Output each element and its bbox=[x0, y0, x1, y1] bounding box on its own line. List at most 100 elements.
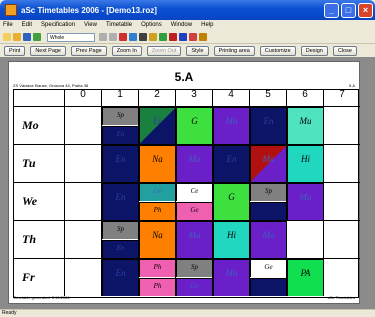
menu-specification[interactable]: Specification bbox=[41, 22, 75, 28]
lesson-card[interactable] bbox=[250, 278, 286, 296]
lesson-card[interactable]: Ma bbox=[176, 145, 212, 182]
close-button[interactable]: Close bbox=[332, 46, 357, 56]
zoom-in-button[interactable]: Zoom In bbox=[111, 46, 142, 56]
arrow-left-icon[interactable] bbox=[99, 33, 107, 41]
lesson-card[interactable]: Ph bbox=[139, 278, 175, 296]
lesson-card[interactable]: Er bbox=[139, 107, 175, 144]
lesson-card[interactable]: Ce bbox=[176, 183, 212, 201]
lesson-card[interactable]: G bbox=[213, 183, 249, 220]
lesson-subject: Ma bbox=[262, 230, 275, 240]
printing-area-button[interactable]: Printing area bbox=[213, 46, 255, 56]
menu-file[interactable]: File bbox=[3, 22, 13, 28]
period-number: 7 bbox=[339, 89, 345, 100]
lesson-card[interactable]: Ma bbox=[250, 221, 286, 258]
new-icon[interactable] bbox=[3, 33, 11, 41]
close-window-button[interactable]: × bbox=[358, 2, 373, 18]
menu-view[interactable]: View bbox=[84, 22, 97, 28]
lesson-card[interactable]: Ge bbox=[139, 183, 175, 201]
lesson-card[interactable]: Na bbox=[139, 221, 175, 258]
period-header: 2 bbox=[138, 90, 175, 106]
lesson-card[interactable]: Ma bbox=[176, 221, 212, 258]
empty-slot[interactable] bbox=[64, 258, 101, 296]
lesson-subject: Ma bbox=[225, 116, 238, 126]
print-button[interactable]: Print bbox=[4, 46, 26, 56]
lesson-card[interactable]: En bbox=[250, 107, 286, 144]
empty-slot[interactable] bbox=[64, 182, 101, 220]
period-number: 6 bbox=[302, 89, 308, 100]
style-button[interactable]: Style bbox=[186, 46, 209, 56]
lesson-card[interactable]: En bbox=[102, 126, 138, 144]
lesson-subject: Ma bbox=[299, 192, 312, 202]
lesson-card[interactable]: Ph bbox=[139, 202, 175, 220]
empty-slot[interactable] bbox=[323, 220, 360, 258]
check-icon[interactable] bbox=[159, 33, 167, 41]
app-icon bbox=[5, 4, 17, 16]
lesson-card[interactable]: Ph bbox=[139, 259, 175, 277]
lesson-subject: En bbox=[263, 116, 274, 126]
empty-slot[interactable] bbox=[323, 258, 360, 296]
lesson-card[interactable]: G bbox=[176, 107, 212, 144]
print-icon[interactable] bbox=[33, 33, 41, 41]
empty-slot[interactable] bbox=[64, 220, 101, 258]
empty-slot[interactable] bbox=[323, 106, 360, 144]
lesson-card[interactable]: En bbox=[102, 183, 138, 220]
lesson-card[interactable]: Ge bbox=[250, 259, 286, 277]
lesson-subject: En bbox=[115, 154, 126, 164]
lesson-card[interactable]: En bbox=[213, 145, 249, 182]
lesson-subject: Hi bbox=[301, 154, 310, 164]
teachers-icon[interactable] bbox=[129, 33, 137, 41]
lesson-card[interactable]: Sp bbox=[250, 183, 286, 201]
empty-slot[interactable] bbox=[323, 144, 360, 182]
tools-icon[interactable] bbox=[189, 33, 197, 41]
lesson-card[interactable]: Ma bbox=[250, 145, 286, 182]
menu-help[interactable]: Help bbox=[201, 22, 213, 28]
lesson-card[interactable]: Mu bbox=[287, 107, 323, 144]
day-label: Th bbox=[14, 220, 64, 258]
minimize-button[interactable]: _ bbox=[324, 2, 339, 18]
lesson-card[interactable]: Ma bbox=[213, 107, 249, 144]
lesson-card[interactable]: En bbox=[102, 145, 138, 182]
lesson-card[interactable]: Sp bbox=[102, 221, 138, 239]
menu-options[interactable]: Options bbox=[141, 22, 162, 28]
help-icon[interactable] bbox=[199, 33, 207, 41]
maximize-button[interactable]: □ bbox=[341, 2, 356, 18]
preview-area[interactable]: 5.A ZS Václava Klause, Grosova 44, Praha… bbox=[0, 57, 375, 309]
lesson-card[interactable]: Ge bbox=[176, 202, 212, 220]
prev-page-button[interactable]: Prev Page bbox=[71, 46, 107, 56]
lesson-card[interactable]: Sp bbox=[102, 107, 138, 125]
open-icon[interactable] bbox=[13, 33, 21, 41]
lesson-card[interactable]: Hi bbox=[287, 145, 323, 182]
flag-icon[interactable] bbox=[169, 33, 177, 41]
lesson-card[interactable]: Ma bbox=[287, 183, 323, 220]
arrow-right-icon[interactable] bbox=[109, 33, 117, 41]
empty-slot[interactable] bbox=[323, 182, 360, 220]
menu-edit[interactable]: Edit bbox=[22, 22, 32, 28]
next-page-button[interactable]: Next Page bbox=[30, 46, 66, 56]
save-icon[interactable] bbox=[23, 33, 31, 41]
generate-icon[interactable] bbox=[119, 33, 127, 41]
rooms-icon[interactable] bbox=[149, 33, 157, 41]
lesson-card[interactable]: Ge bbox=[176, 278, 212, 296]
lesson-subject: Ge bbox=[190, 282, 199, 290]
empty-slot[interactable] bbox=[64, 106, 101, 144]
empty-slot[interactable] bbox=[64, 144, 101, 182]
lesson-card[interactable] bbox=[250, 202, 286, 220]
lesson-card[interactable]: Ma bbox=[213, 259, 249, 296]
view-select[interactable]: Whole bbox=[47, 32, 95, 42]
list-icon[interactable] bbox=[179, 33, 187, 41]
lesson-card[interactable]: En bbox=[102, 259, 138, 296]
customize-button[interactable]: Customize bbox=[259, 46, 296, 56]
design-button[interactable]: Design bbox=[300, 46, 328, 56]
menu-window[interactable]: Window bbox=[171, 22, 192, 28]
lesson-card[interactable]: En bbox=[102, 240, 138, 258]
zoom-out-button[interactable]: Zoom Out bbox=[146, 46, 182, 56]
lesson-card[interactable]: Na bbox=[139, 145, 175, 182]
lesson-subject: Ma bbox=[188, 230, 201, 240]
lesson-card[interactable]: Sp bbox=[176, 259, 212, 277]
lesson-card[interactable]: Hi bbox=[213, 221, 249, 258]
menu-timetable[interactable]: Timetable bbox=[106, 22, 132, 28]
day-label: Mo bbox=[14, 106, 64, 144]
lesson-card[interactable]: PA bbox=[287, 259, 323, 296]
classes-icon[interactable] bbox=[139, 33, 147, 41]
empty-slot[interactable] bbox=[286, 220, 323, 258]
